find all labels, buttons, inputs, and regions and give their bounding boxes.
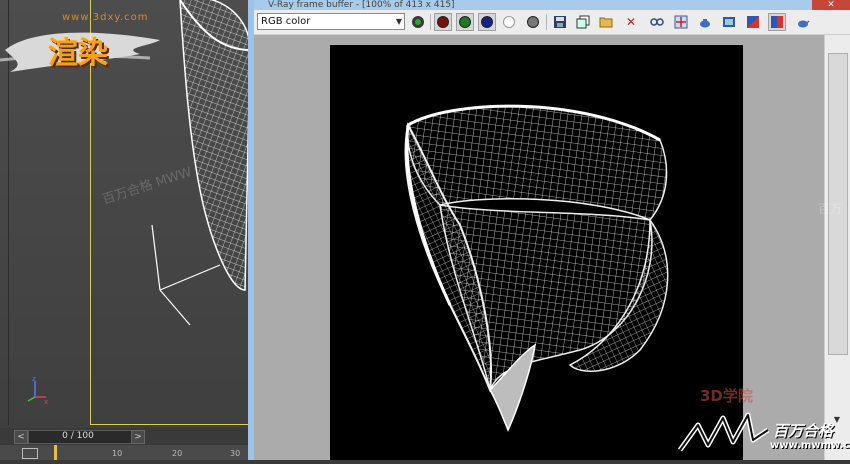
green-channel-icon[interactable]: [456, 13, 474, 31]
brand-name: 百万合格: [773, 422, 834, 440]
ruler-tick: 20: [172, 449, 183, 458]
render-region-icon[interactable]: [409, 13, 427, 31]
compare-icon[interactable]: [768, 13, 786, 31]
logo-site-text: www.3dxy.com: [62, 12, 149, 23]
teapot-render-icon[interactable]: [696, 13, 714, 31]
vfb-toolbar: RGB color ▼ ✕: [254, 10, 850, 35]
folder-icon[interactable]: [597, 13, 615, 31]
watermark-3d: 3D学院: [700, 387, 753, 405]
brand-logo: 百万合格 www.mwmw.cn: [677, 410, 850, 460]
alpha-channel-icon[interactable]: [500, 13, 518, 31]
ruler-tick: 30: [230, 449, 241, 458]
mono-icon[interactable]: [524, 13, 542, 31]
channel-dropdown[interactable]: RGB color ▼: [257, 13, 405, 30]
window-title: V-Ray frame buffer - [100% of 413 x 415]: [254, 0, 824, 10]
timeline-next-button[interactable]: >: [131, 430, 145, 444]
chair-wireframe-render: [404, 104, 669, 432]
vertical-scrollbar[interactable]: ▼: [824, 35, 850, 460]
link-icon[interactable]: [648, 13, 666, 31]
clone-icon[interactable]: [574, 13, 592, 31]
svg-text:z: z: [32, 375, 36, 383]
brand-url: www.mwmw.cn: [770, 440, 850, 451]
chevron-down-icon[interactable]: ▼: [396, 14, 402, 29]
red-channel-icon[interactable]: [434, 13, 452, 31]
axis-gizmo: z x: [27, 375, 48, 405]
save-icon[interactable]: [551, 13, 569, 31]
watermark-right: 百万: [818, 202, 843, 216]
rendered-image: [330, 45, 743, 460]
region-select-icon[interactable]: [672, 13, 690, 31]
time-cursor[interactable]: [54, 445, 57, 460]
brand-mark-icon: [677, 412, 770, 452]
svg-text:x: x: [44, 398, 48, 405]
world-axes: [151, 224, 221, 326]
color-correction-icon[interactable]: [744, 13, 762, 31]
blue-channel-icon[interactable]: [478, 13, 496, 31]
history-icon[interactable]: [720, 13, 738, 31]
render-teapot-icon[interactable]: [794, 13, 812, 31]
viewport[interactable]: z x 百万合格 MWW www.3dxy.com 渲染 < 0 / 100 >…: [0, 0, 250, 460]
toolbar-separator: [430, 14, 431, 30]
timeline-prev-button[interactable]: <: [14, 430, 28, 444]
clear-icon[interactable]: ✕: [622, 13, 640, 31]
logo-title: 渲染: [48, 36, 108, 71]
channel-dropdown-value: RGB color: [261, 16, 311, 27]
ruler-tick: 10: [112, 449, 123, 458]
frame-counter: 0 / 100: [62, 431, 94, 441]
key-mode-icon[interactable]: [22, 448, 38, 459]
timeline[interactable]: < 0 / 100 > 10 20 30: [0, 428, 250, 460]
toolbar-separator: [546, 14, 547, 30]
